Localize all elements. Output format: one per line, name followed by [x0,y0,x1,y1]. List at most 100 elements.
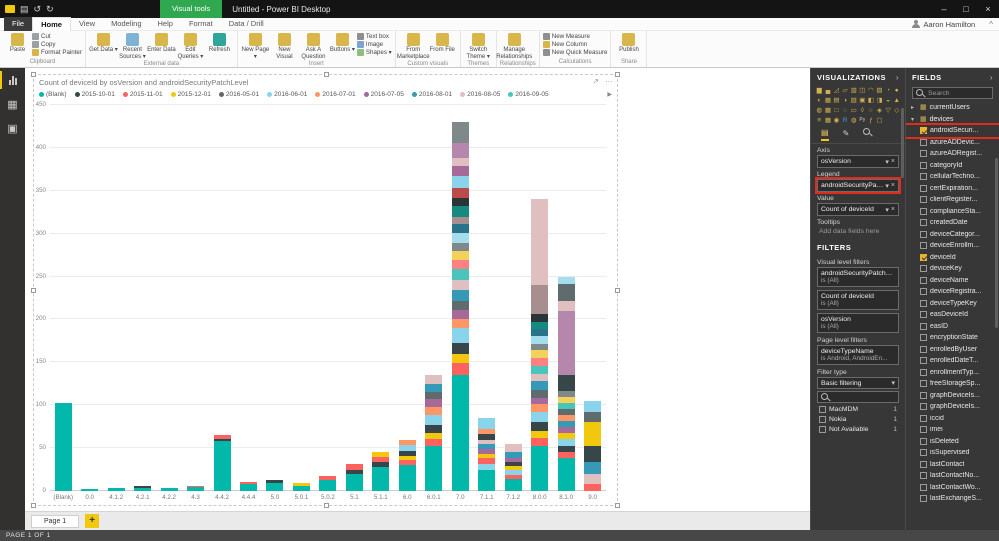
stacked-bar-4-4-4[interactable] [240,481,258,491]
chevron-down-icon[interactable]: ▾ [911,116,917,123]
field-lastexchanges[interactable]: lastExchangeS... [906,493,999,505]
stacked-bar-5-1-1[interactable] [372,451,390,491]
field-freestoragesp[interactable]: freeStorageSp... [906,378,999,390]
resize-handle[interactable] [615,503,620,508]
collapse-ribbon-icon[interactable]: ^ [983,20,999,29]
filter-option-macmdm[interactable]: MacMDM 1 [819,406,897,413]
new-visual-button[interactable]: New Visual [270,32,299,60]
copy-button[interactable]: Copy [32,41,82,48]
visual-type-icon[interactable]: ≡ [815,115,824,125]
resize-handle[interactable] [615,72,620,77]
field-enrolleddatet[interactable]: enrolledDateT... [906,355,999,367]
manage-relationships-button[interactable]: Manage Relationships [496,32,532,60]
field-deviceenrollm[interactable]: deviceEnrollm... [906,240,999,252]
resize-handle[interactable] [31,288,36,293]
field-isdeleted[interactable]: isDeleted [906,436,999,448]
new-measure-button[interactable]: New Measure [542,33,608,40]
checkbox-icon[interactable] [920,334,927,342]
image-button[interactable]: Image [356,41,392,48]
fields-search-box[interactable]: Search [912,87,993,99]
undo-icon[interactable]: ↺ [34,0,42,18]
filter-type-dropdown[interactable]: Basic filtering ▾ [817,377,899,389]
visual-type-icon[interactable]: ◿ [832,85,841,95]
maximize-button[interactable]: □ [955,0,977,18]
field-devicecategor[interactable]: deviceCategor... [906,229,999,241]
visual-type-icon[interactable]: ◌ [841,105,850,115]
focus-mode-icon[interactable]: ↗ [592,77,599,86]
chevron-right-icon[interactable]: ▸ [911,104,917,111]
field-androidsecuri[interactable]: androidSecuri... [906,123,999,139]
checkbox-icon[interactable] [920,299,927,307]
visual-type-icon[interactable]: ● [892,85,901,95]
redo-icon[interactable]: ↻ [46,0,54,18]
field-lastcontact[interactable]: lastContact [906,459,999,471]
visual-type-icon[interactable]: ◉ [832,115,841,125]
visual-type-icon[interactable]: ▽ [884,105,893,115]
format-painter-button[interactable]: Format Painter [32,49,82,56]
checkbox-icon[interactable] [920,460,927,468]
checkbox-icon[interactable] [819,406,826,413]
tab-modeling[interactable]: Modeling [103,17,149,31]
legend-item-blank[interactable]: (Blank) [39,91,67,98]
stacked-bar-6-0-1[interactable] [425,375,443,491]
stacked-bar-5-0-1[interactable] [292,483,310,491]
stacked-bar-5-1[interactable] [345,464,363,491]
field-compliancesta[interactable]: complianceSta... [906,206,999,218]
resize-handle[interactable] [324,503,329,508]
selected-visual[interactable]: ↗ ··· Count of deviceId by osVersion and… [31,72,620,508]
tab-home[interactable]: Home [32,17,71,31]
visual-type-icon[interactable]: ▲ [892,95,901,105]
format-subtab[interactable]: ✎ [843,129,850,140]
checkbox-icon[interactable] [920,207,927,215]
publish-button[interactable]: Publish [614,32,643,54]
new-column-button[interactable]: New Column [542,41,608,48]
new-page-button[interactable]: + [85,514,100,528]
remove-field-icon[interactable]: × [891,182,895,189]
stacked-bar-4-3[interactable] [187,485,205,491]
field-issupervised[interactable]: isSupervised [906,447,999,459]
checkbox-icon[interactable] [920,357,927,365]
minimize-button[interactable]: – [933,0,955,18]
stacked-bar-blank[interactable] [54,402,72,491]
field-iccid[interactable]: iccid [906,413,999,425]
field-graphdeviceis[interactable]: graphDeviceIs... [906,390,999,402]
checkbox-icon[interactable] [920,127,927,135]
checkbox-icon[interactable] [920,483,927,491]
checkbox-icon[interactable] [920,161,927,169]
field-certexpiration[interactable]: certExpiration... [906,183,999,195]
visual-type-icon[interactable]: ◑ [841,95,850,105]
visual-type-icon[interactable]: ◊ [858,105,867,115]
switch-theme-button[interactable]: Switch Theme ▾ [464,32,493,60]
checkbox-icon[interactable] [920,196,927,204]
field-enrollmenttyp[interactable]: enrollmentTyp... [906,367,999,379]
from-marketplace-button[interactable]: From Marketplace [397,32,430,60]
checkbox-icon[interactable] [920,414,927,422]
stacked-bar-5-0-2[interactable] [319,475,337,491]
checkbox-icon[interactable] [920,138,927,146]
filter-devicetypename[interactable]: deviceTypeName is Android, AndroidEn... [817,345,899,365]
field-deviceregistra[interactable]: deviceRegistra... [906,286,999,298]
checkbox-icon[interactable] [920,173,927,181]
filter-androidsecuritypatchl[interactable]: androidSecurityPatchL... is (All) [817,267,899,287]
visual-type-icon[interactable]: ▄ [824,85,833,95]
tab-view[interactable]: View [71,17,103,31]
visual-type-icon[interactable]: ▣ [858,95,867,105]
chevron-down-icon[interactable]: ▾ [885,158,889,166]
visual-type-icon[interactable]: ▧ [875,85,884,95]
checkbox-icon[interactable] [920,288,927,296]
recent-sources-button[interactable]: Recent Sources ▾ [118,32,147,60]
more-options-icon[interactable]: ··· [605,77,613,86]
visual-type-icon[interactable]: ▆ [815,85,824,95]
field-enrolledbyuser[interactable]: enrolledByUser [906,344,999,356]
field-lastcontactwo[interactable]: lastContactWo... [906,482,999,494]
legend-item-2016-09-05[interactable]: 2016-09-05 [508,91,549,98]
stacked-bar-0-0[interactable] [81,489,99,491]
resize-handle[interactable] [31,72,36,77]
field-graphdeviceis[interactable]: graphDeviceIs... [906,401,999,413]
filter-count-of-deviceid[interactable]: Count of deviceId is (All) [817,290,899,310]
checkbox-icon[interactable] [920,276,927,284]
checkbox-icon[interactable] [920,449,927,457]
checkbox-icon[interactable] [920,368,927,376]
stacked-bar-8-0-0[interactable] [531,199,549,491]
shapes-button[interactable]: Shapes ▾ [356,49,392,56]
